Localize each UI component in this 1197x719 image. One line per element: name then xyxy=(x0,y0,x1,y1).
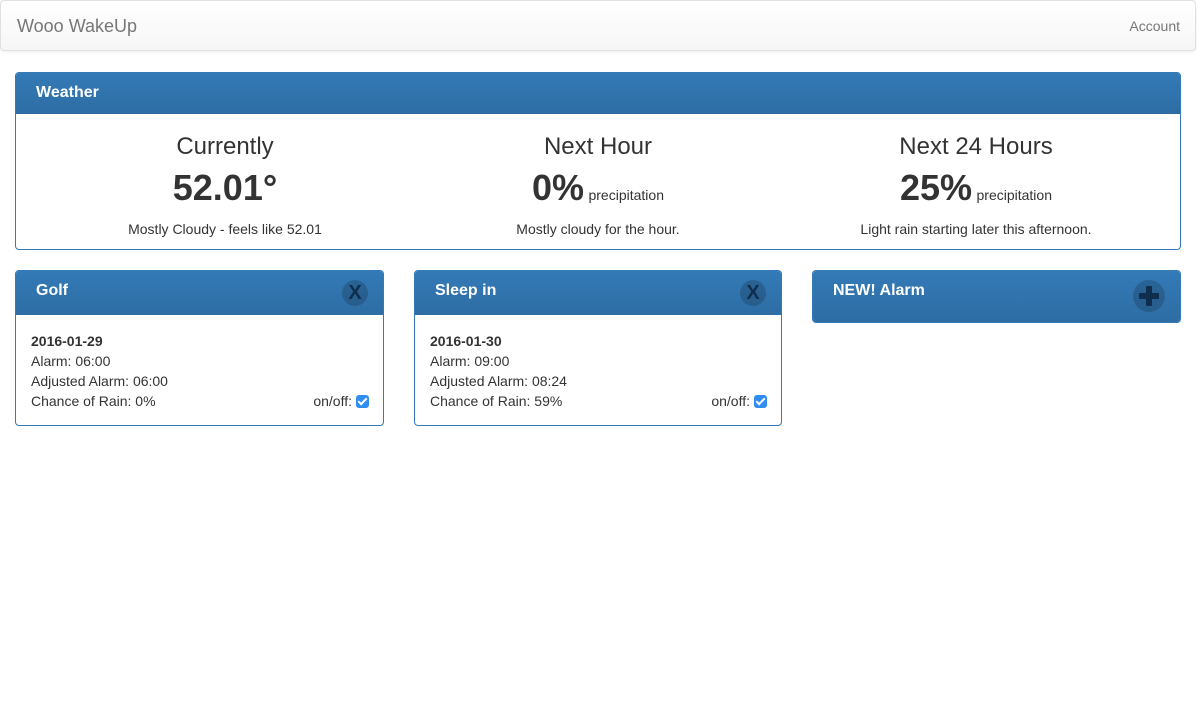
alarm-toggle-label: on/off: xyxy=(313,393,352,409)
weather-next-hour-desc: Mostly cloudy for the hour. xyxy=(516,221,680,237)
weather-next-hour-title: Next Hour xyxy=(543,133,653,160)
alarm-date: 2016-01-30 xyxy=(430,333,502,349)
alarm-enabled-checkbox[interactable] xyxy=(754,395,767,408)
alarm-time: Alarm: 06:00 xyxy=(31,353,111,369)
alarm-body: 2016-01-29 Alarm: 06:00 Adjusted Alarm: … xyxy=(16,315,383,425)
alarm-toggle: on/off: xyxy=(711,391,767,411)
alarm-toggle: on/off: xyxy=(313,391,369,411)
weather-next-hour: Next Hour 0% precipitation Mostly cloudy… xyxy=(404,133,792,237)
alarm-time: Alarm: 09:00 xyxy=(430,353,510,369)
alarm-card-golf: Golf X 2016-01-29 Alarm: 06:00 Adjusted … xyxy=(15,270,384,426)
navbar: Wooo WakeUp Account xyxy=(0,0,1196,51)
alarm-date: 2016-01-29 xyxy=(31,333,103,349)
new-alarm-label: NEW! Alarm xyxy=(833,282,925,299)
account-link[interactable]: Account xyxy=(1129,18,1180,34)
weather-current-desc: Mostly Cloudy - feels like 52.01 xyxy=(128,221,322,237)
weather-next-24-value: 25% xyxy=(899,167,973,208)
weather-panel: Weather Currently 52.01° Mostly Cloudy -… xyxy=(15,72,1181,250)
weather-current-title: Currently xyxy=(176,133,274,160)
weather-heading: Weather xyxy=(16,73,1180,114)
weather-next-24-desc: Light rain starting later this afternoon… xyxy=(860,221,1092,237)
alarm-heading: Golf X xyxy=(16,271,383,315)
brand[interactable]: Wooo WakeUp xyxy=(17,16,137,37)
weather-next-24: Next 24 Hours 25% precipitation Light ra… xyxy=(782,133,1170,237)
weather-next-24-title: Next 24 Hours xyxy=(899,133,1053,160)
weather-next-hour-unit: precipitation xyxy=(588,187,664,203)
alarm-adjusted: Adjusted Alarm: 08:24 xyxy=(430,373,567,389)
alarm-adjusted: Adjusted Alarm: 06:00 xyxy=(31,373,168,389)
alarm-card-sleep-in: Sleep in X 2016-01-30 Alarm: 09:00 Adjus… xyxy=(414,270,782,426)
alarm-toggle-label: on/off: xyxy=(711,393,750,409)
close-icon[interactable]: X xyxy=(740,280,766,306)
weather-current-value: 52.01° xyxy=(172,167,278,208)
alarm-name: Sleep in xyxy=(435,282,497,299)
new-alarm-heading: NEW! Alarm xyxy=(813,271,1180,322)
plus-icon[interactable] xyxy=(1133,280,1165,312)
close-icon[interactable]: X xyxy=(342,280,368,306)
weather-next-24-unit: precipitation xyxy=(976,187,1053,203)
new-alarm-card[interactable]: NEW! Alarm xyxy=(812,270,1181,323)
alarm-name: Golf xyxy=(36,282,68,299)
alarm-body: 2016-01-30 Alarm: 09:00 Adjusted Alarm: … xyxy=(415,315,781,425)
weather-next-hour-value: 0% xyxy=(532,167,585,208)
weather-current: Currently 52.01° Mostly Cloudy - feels l… xyxy=(31,133,419,237)
alarm-enabled-checkbox[interactable] xyxy=(356,395,369,408)
alarm-heading: Sleep in X xyxy=(415,271,781,315)
